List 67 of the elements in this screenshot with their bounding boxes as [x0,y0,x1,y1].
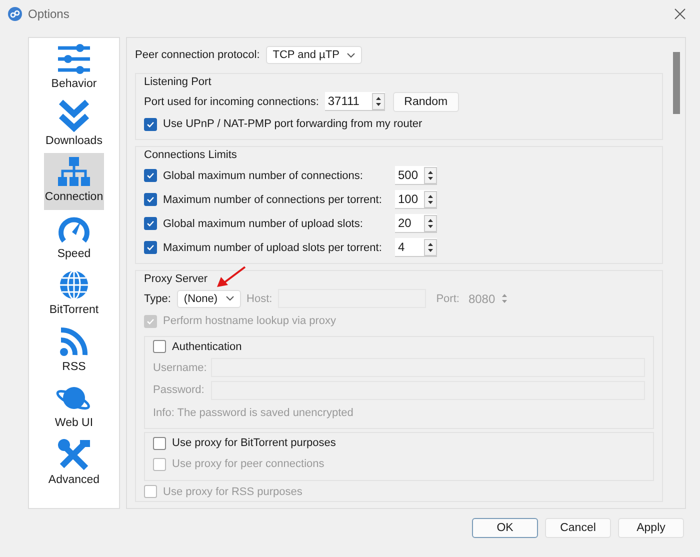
sidebar-item[interactable]: Behavior [44,40,104,96]
protocol-label: Peer connection protocol: [135,49,260,62]
checkmark-icon [145,218,156,229]
checkbox-label: Global maximum number of connections: [163,170,364,182]
sidebar-item[interactable]: BitTorrent [44,266,104,322]
spin-arrows-icon[interactable] [424,238,437,256]
number-spinbox[interactable]: 500 [395,166,437,185]
double-chevron-icon [56,98,92,132]
info-text: Info: The password is saved unencrypted [153,406,354,419]
type-label: Type: [144,292,171,305]
checkbox[interactable] [144,193,157,206]
spin-arrows-icon[interactable] [424,166,437,184]
network-tree-icon [56,155,92,189]
checkbox-label: Use proxy for RSS purposes [163,486,302,498]
sidebar-item[interactable]: Connection [44,153,104,210]
sidebar-item[interactable]: Web UI [44,379,104,436]
dialog-button[interactable]: Apply [618,518,684,538]
dialog-button[interactable]: OK [472,518,538,538]
password-label: Password: [153,384,205,396]
checkbox-label: Perform hostname lookup via proxy [163,315,336,328]
protocol-dropdown[interactable]: TCP and µTP [266,46,362,64]
group-title: Connections Limits [144,148,237,160]
caret-icon [347,52,356,58]
checkbox[interactable] [153,436,166,450]
app-logo-icon [8,7,22,21]
port-label: Port used for incoming connections: [144,96,319,108]
sidebar-item[interactable]: Downloads [44,96,104,153]
group-title: Proxy Server [144,272,208,284]
proxy-type-dropdown[interactable]: (None) [176,290,241,308]
number-spinbox[interactable]: 4 [395,238,437,257]
port-spinbox[interactable]: 37111 [324,92,385,112]
random-button[interactable]: Random [392,92,459,112]
sliders-icon [56,42,92,76]
spin-arrows-icon[interactable] [424,190,437,208]
tools-icon [56,438,92,472]
caret-icon [226,296,234,302]
sidebar-item[interactable]: Speed [44,210,104,266]
host-label: Host: [246,292,272,305]
scrollbar-thumb[interactable] [673,52,680,114]
number-spinbox[interactable]: 20 [395,214,437,233]
checkbox-label: Maximum number of upload slots per torrent: [163,242,383,254]
checkbox-label: Use proxy for peer connections [172,458,324,470]
number-spinbox[interactable]: 100 [395,190,437,209]
checkbox-label: Authentication [172,340,242,352]
checkbox-label: Use UPnP / NAT-PMP port forwarding from my router [163,118,422,130]
sidebar-item[interactable]: Advanced [44,436,104,492]
sidebar-item[interactable]: RSS [44,322,104,379]
checkbox[interactable] [144,217,157,230]
checkmark-icon [145,242,156,253]
checkbox-label: Maximum number of connections per torrent: [163,194,383,206]
spin-arrows-icon[interactable] [424,214,437,232]
group-title: Listening Port [144,76,212,88]
checkbox-label: Use proxy for BitTorrent purposes [172,437,336,449]
close-icon[interactable] [674,8,686,20]
port-label: Port: [436,292,460,305]
username-label: Username: [153,362,205,374]
checkbox[interactable] [144,118,157,131]
checkbox[interactable] [153,340,166,353]
checkmark-icon [145,194,156,205]
checkbox[interactable] [144,169,157,182]
window-title: Options [28,7,70,21]
checkbox-label: Global maximum number of upload slots: [163,218,364,230]
checkmark-icon [145,170,156,181]
checkbox[interactable] [144,241,157,254]
dialog-button[interactable]: Cancel [545,518,611,538]
spin-arrows-icon[interactable] [372,92,385,110]
pointer-arrow [216,266,246,288]
